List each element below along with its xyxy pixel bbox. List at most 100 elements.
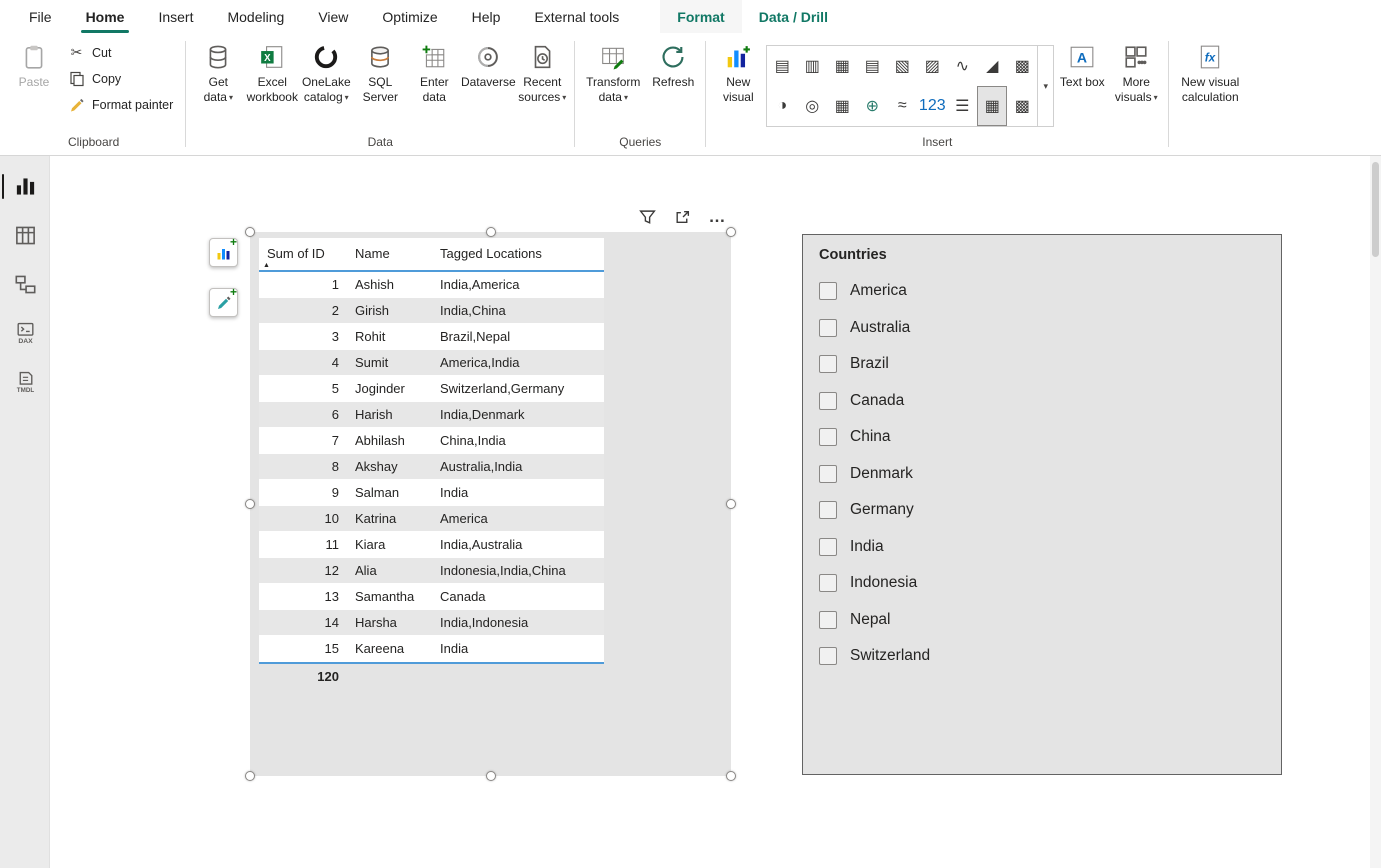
table-row[interactable]: 4 Sumit America,India bbox=[259, 350, 604, 376]
table-row[interactable]: 9 Salman India bbox=[259, 480, 604, 506]
slicer-item[interactable]: Canada bbox=[819, 383, 1281, 420]
checkbox[interactable] bbox=[819, 611, 837, 629]
model-view-button[interactable] bbox=[0, 260, 50, 309]
excel-workbook-button[interactable]: X Excel workbook bbox=[246, 37, 298, 105]
resize-handle[interactable] bbox=[726, 499, 736, 509]
area-chart[interactable]: ◢ bbox=[977, 46, 1007, 86]
matrix[interactable]: ▩ bbox=[1007, 86, 1037, 126]
line-chart[interactable]: ∿ bbox=[947, 46, 977, 86]
slicer-item[interactable]: Switzerland bbox=[819, 638, 1281, 675]
table-row[interactable]: 5 Joginder Switzerland,Germany bbox=[259, 376, 604, 402]
checkbox[interactable] bbox=[819, 319, 837, 337]
menu-tab-file[interactable]: File bbox=[12, 0, 69, 33]
table-row[interactable]: 14 Harsha India,Indonesia bbox=[259, 610, 604, 636]
stacked-bar-chart[interactable]: ▤ bbox=[767, 46, 797, 86]
slicer-item[interactable]: America bbox=[819, 273, 1281, 310]
menu-tab-help[interactable]: Help bbox=[455, 0, 518, 33]
slicer-item[interactable]: Nepal bbox=[819, 602, 1281, 639]
slicer-item[interactable]: China bbox=[819, 419, 1281, 456]
slicer-item[interactable]: Denmark bbox=[819, 456, 1281, 493]
checkbox[interactable] bbox=[819, 355, 837, 373]
pie-chart[interactable]: ◑ bbox=[767, 86, 797, 126]
resize-handle[interactable] bbox=[245, 499, 255, 509]
menu-tab-modeling[interactable]: Modeling bbox=[210, 0, 301, 33]
table-row[interactable]: 7 Abhilash China,India bbox=[259, 428, 604, 454]
checkbox[interactable] bbox=[819, 282, 837, 300]
table-row[interactable]: 11 Kiara India,Australia bbox=[259, 532, 604, 558]
gallery-dropdown-icon[interactable]: ▾ bbox=[1037, 46, 1053, 126]
format-painter-button[interactable]: Format painter bbox=[62, 93, 179, 116]
format-visual-button[interactable]: + bbox=[209, 288, 238, 317]
menu-tab-home[interactable]: Home bbox=[69, 0, 142, 33]
onelake-catalog-button[interactable]: OneLake catalog▾ bbox=[300, 37, 352, 105]
table-row[interactable]: 1 Ashish India,America bbox=[259, 272, 604, 298]
table-row[interactable]: 8 Akshay Australia,India bbox=[259, 454, 604, 480]
table-row[interactable]: 2 Girish India,China bbox=[259, 298, 604, 324]
resize-handle[interactable] bbox=[486, 227, 496, 237]
100-stacked-bar-chart[interactable]: ▧ bbox=[887, 46, 917, 86]
text-box-button[interactable]: A Text box bbox=[1056, 37, 1108, 90]
transform-data-button[interactable]: Transform data▾ bbox=[581, 37, 645, 105]
table[interactable]: ▦ bbox=[977, 86, 1007, 126]
column-header-sum-of-id[interactable]: Sum of ID ▲ bbox=[259, 238, 347, 270]
card[interactable]: 123 bbox=[917, 86, 947, 126]
more-options-icon[interactable]: … bbox=[706, 206, 728, 228]
slicer[interactable]: ☰ bbox=[947, 86, 977, 126]
cut-button[interactable]: ✂ Cut bbox=[62, 41, 179, 64]
resize-handle[interactable] bbox=[726, 227, 736, 237]
treemap[interactable]: ▦ bbox=[827, 86, 857, 126]
100-stacked-column-chart[interactable]: ▨ bbox=[917, 46, 947, 86]
recent-sources-button[interactable]: Recent sources▾ bbox=[516, 37, 568, 105]
sql-server-button[interactable]: SQL Server bbox=[354, 37, 406, 105]
tmdl-view-button[interactable]: TMDL bbox=[0, 358, 50, 407]
get-data-button[interactable]: Get data▾ bbox=[192, 37, 244, 105]
enter-data-button[interactable]: Enter data bbox=[408, 37, 460, 105]
checkbox[interactable] bbox=[819, 647, 837, 665]
checkbox[interactable] bbox=[819, 538, 837, 556]
map[interactable]: ⊕ bbox=[857, 86, 887, 126]
table-row[interactable]: 10 Katrina America bbox=[259, 506, 604, 532]
resize-handle[interactable] bbox=[245, 771, 255, 781]
new-visual-calculation-button[interactable]: fx New visual calculation bbox=[1175, 37, 1245, 105]
more-visuals-button[interactable]: More visuals▾ bbox=[1110, 37, 1162, 105]
vertical-scrollbar[interactable] bbox=[1370, 156, 1381, 868]
menu-tab-optimize[interactable]: Optimize bbox=[365, 0, 454, 33]
table-visual[interactable]: Sum of ID ▲ Name Tagged Locations 1 Ashi… bbox=[250, 232, 731, 776]
clustered-column-chart[interactable]: ▥ bbox=[797, 46, 827, 86]
copy-button[interactable]: Copy bbox=[62, 67, 179, 90]
menu-tab-data-drill[interactable]: Data / Drill bbox=[742, 0, 845, 33]
slicer-item[interactable]: Brazil bbox=[819, 346, 1281, 383]
table-view-button[interactable] bbox=[0, 211, 50, 260]
shape-map[interactable]: ≈ bbox=[887, 86, 917, 126]
table-row[interactable]: 3 Rohit Brazil,Nepal bbox=[259, 324, 604, 350]
slicer-item[interactable]: Australia bbox=[819, 310, 1281, 347]
dataverse-button[interactable]: Dataverse bbox=[462, 37, 514, 90]
menu-tab-format[interactable]: Format bbox=[660, 0, 741, 33]
table-row[interactable]: 6 Harish India,Denmark bbox=[259, 402, 604, 428]
slicer-item[interactable]: Indonesia bbox=[819, 565, 1281, 602]
donut-chart[interactable]: ◎ bbox=[797, 86, 827, 126]
paste-button[interactable]: Paste bbox=[8, 37, 60, 90]
slicer-visual[interactable]: Countries America Australia bbox=[802, 234, 1282, 775]
checkbox[interactable] bbox=[819, 465, 837, 483]
report-view-button[interactable] bbox=[0, 162, 50, 211]
checkbox[interactable] bbox=[819, 501, 837, 519]
focus-mode-icon[interactable] bbox=[671, 206, 693, 228]
checkbox[interactable] bbox=[819, 574, 837, 592]
menu-tab-view[interactable]: View bbox=[301, 0, 365, 33]
filter-icon[interactable] bbox=[636, 206, 658, 228]
table-row[interactable]: 13 Samantha Canada bbox=[259, 584, 604, 610]
column-header-name[interactable]: Name bbox=[347, 238, 432, 270]
column-header-tagged-locations[interactable]: Tagged Locations bbox=[432, 238, 604, 270]
new-visual-button[interactable]: New visual bbox=[712, 37, 764, 105]
dax-query-view-button[interactable]: DAX bbox=[0, 309, 50, 358]
add-to-visual-button[interactable]: + bbox=[209, 238, 238, 267]
slicer-item[interactable]: India bbox=[819, 529, 1281, 566]
checkbox[interactable] bbox=[819, 392, 837, 410]
menu-tab-external-tools[interactable]: External tools bbox=[517, 0, 636, 33]
resize-handle[interactable] bbox=[486, 771, 496, 781]
refresh-button[interactable]: Refresh bbox=[647, 37, 699, 90]
resize-handle[interactable] bbox=[245, 227, 255, 237]
ribbon-chart[interactable]: ▩ bbox=[1007, 46, 1037, 86]
stacked-column-chart[interactable]: ▦ bbox=[827, 46, 857, 86]
